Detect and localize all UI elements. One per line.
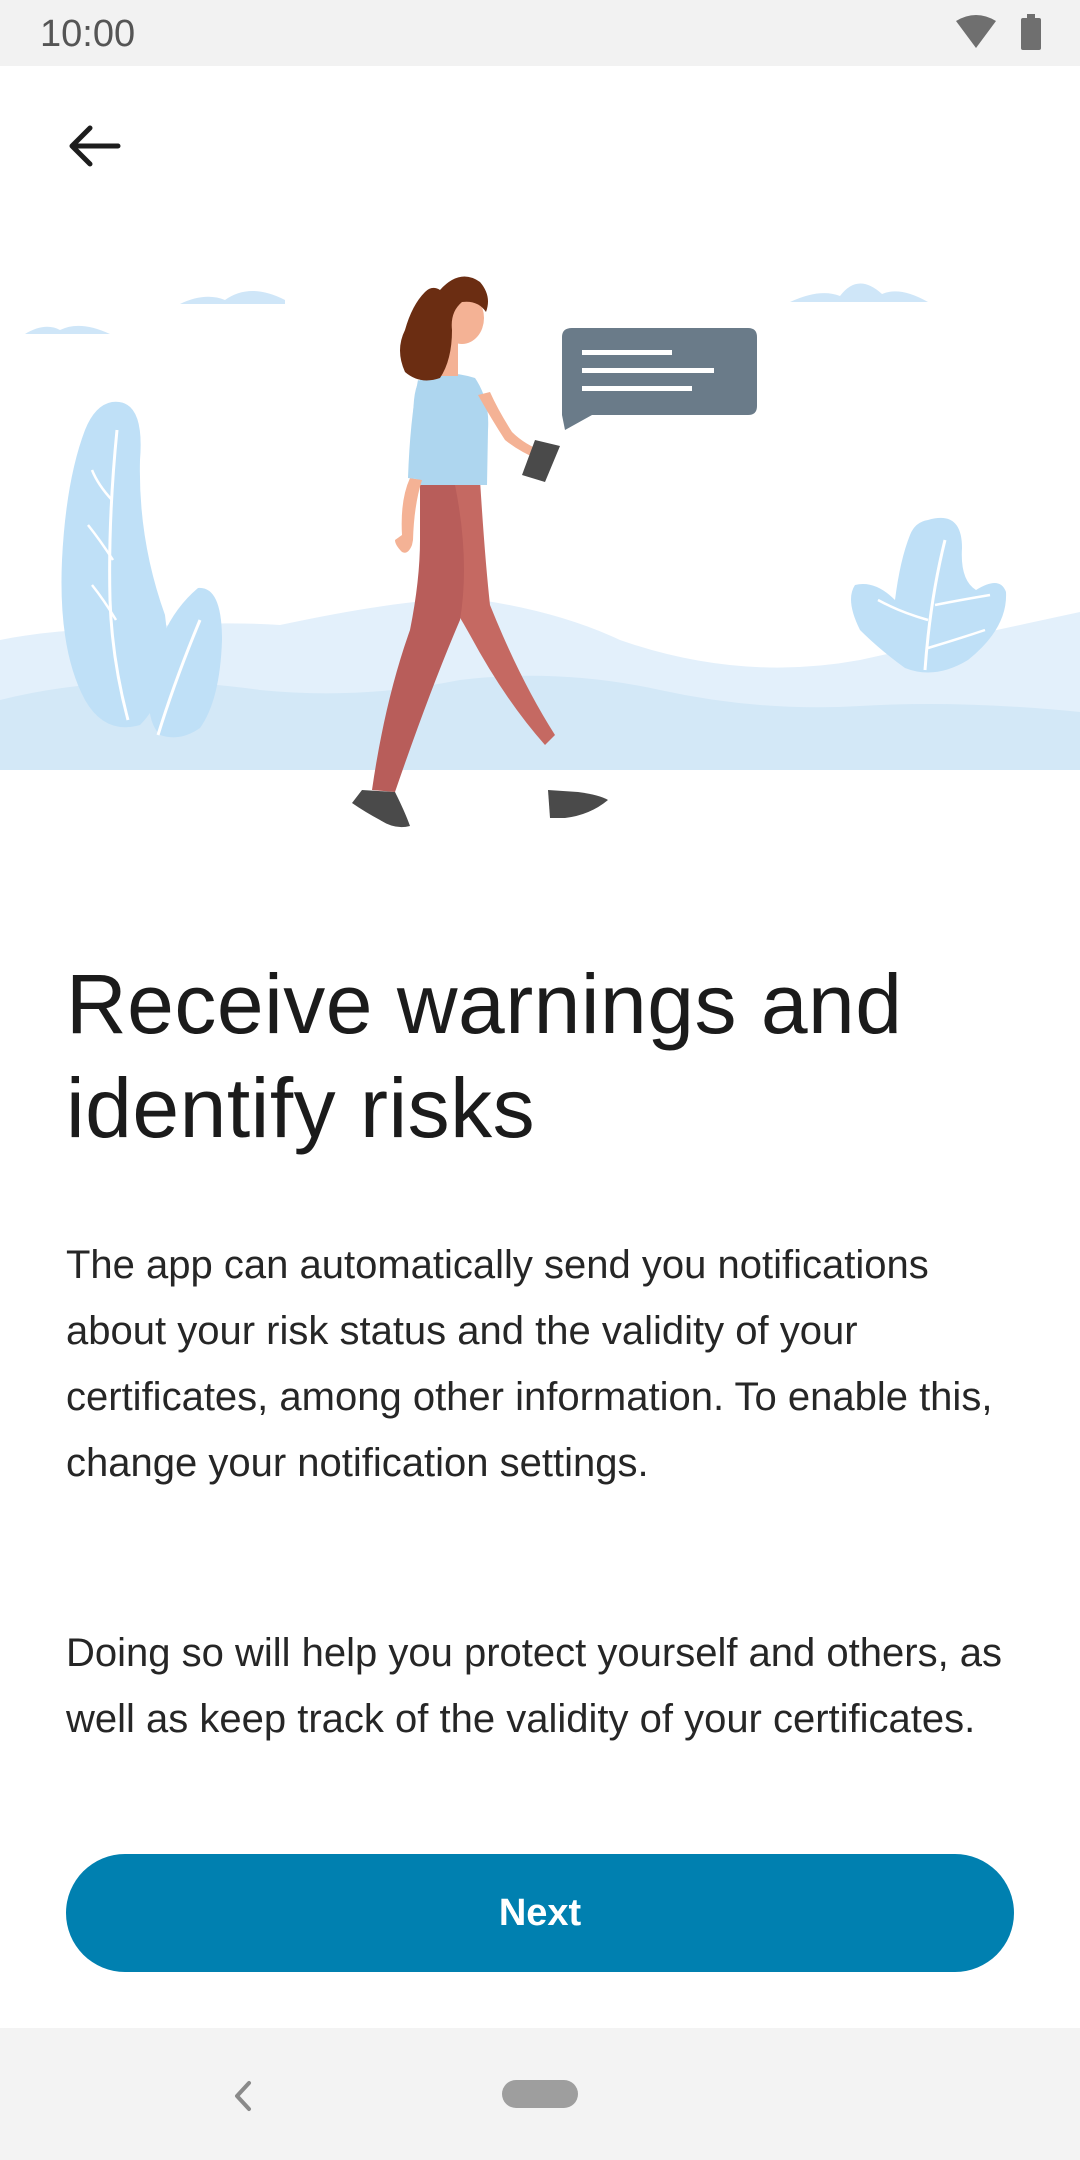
status-time: 10:00	[40, 13, 136, 55]
wifi-icon	[956, 15, 996, 48]
woman-walking-with-phone-illustration	[0, 276, 1080, 828]
status-icons	[956, 14, 1042, 54]
battery-icon	[1021, 14, 1041, 50]
title-line-1: Receive warnings and	[66, 957, 903, 1051]
nav-back-button[interactable]	[218, 2068, 268, 2124]
back-button[interactable]	[52, 104, 136, 188]
nav-home-pill[interactable]	[502, 2080, 578, 2108]
description-paragraph-1: The app can automatically send you notif…	[66, 1243, 993, 1485]
description-paragraph-2: Doing so will help you protect yourself …	[66, 1631, 1003, 1741]
chevron-left-icon	[235, 2081, 251, 2111]
scroll-fade	[0, 1790, 1080, 1830]
title-line-2: identify risks	[66, 1061, 536, 1155]
content: Receive warnings and identify risks	[66, 952, 1016, 1160]
page-title: Receive warnings and identify risks	[66, 952, 1016, 1160]
next-button[interactable]: Next	[66, 1854, 1014, 1972]
status-bar: 10:00	[0, 0, 1080, 66]
arrow-left-icon	[69, 125, 121, 167]
navigation-bar	[0, 2028, 1080, 2160]
